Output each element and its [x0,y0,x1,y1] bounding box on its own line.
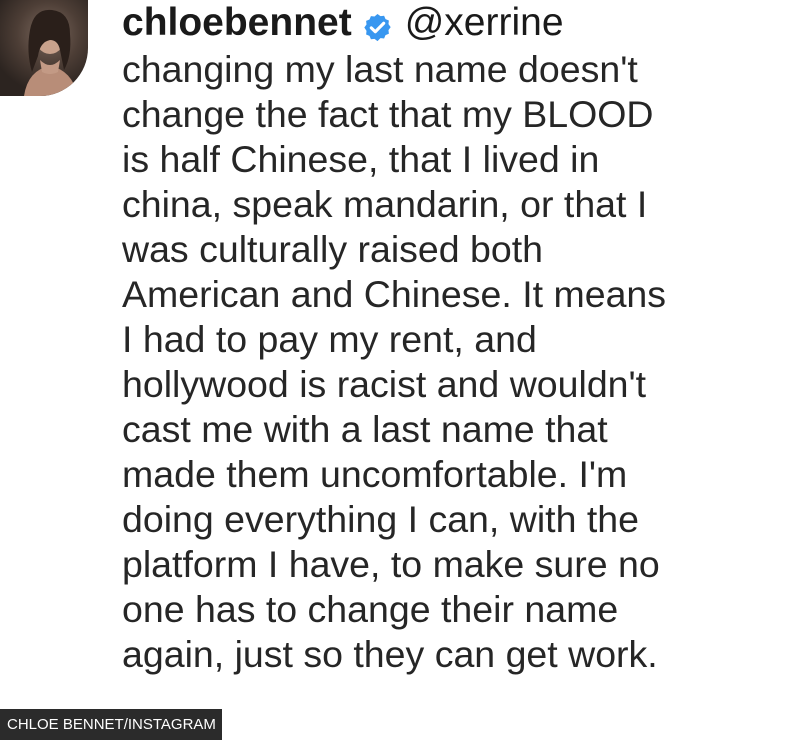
comment-header: chloebennet @xerrine [122,0,792,46]
comment-line: hollywood is racist and wouldn't [122,363,647,405]
comment-line: was culturally raised both [122,228,544,270]
username[interactable]: chloebennet [122,0,352,46]
comment-line: one has to change their name [122,588,619,630]
comment-line: I had to pay my rent, and [122,318,537,360]
comment-content: chloebennet @xerrine changing my last na… [122,0,792,677]
mention-link[interactable]: @xerrine [405,0,564,46]
avatar[interactable] [0,0,88,96]
profile-photo-icon [24,9,78,96]
comment-line: American and Chinese. It means [122,273,667,315]
comment-line: platform I have, to make sure no [122,543,660,585]
comment-line: made them uncomfortable. I'm [122,453,628,495]
comment-line: is half Chinese, that I lived in [122,138,600,180]
comment-line: doing everything I can, with the [122,498,639,540]
comment-line: cast me with a last name that [122,408,608,450]
instagram-comment: chloebennet @xerrine changing my last na… [0,0,800,740]
comment-line: changing my last name doesn't [122,48,638,90]
comment-line: china, speak mandarin, or that I [122,183,648,225]
comment-body: changing my last name doesn't change the… [122,47,792,677]
verified-badge-icon [362,8,393,41]
comment-line: change the fact that my BLOOD [122,93,654,135]
photo-credit-caption: CHLOE BENNET/INSTAGRAM [0,709,222,740]
comment-line: again, just so they can get work. [122,633,658,675]
